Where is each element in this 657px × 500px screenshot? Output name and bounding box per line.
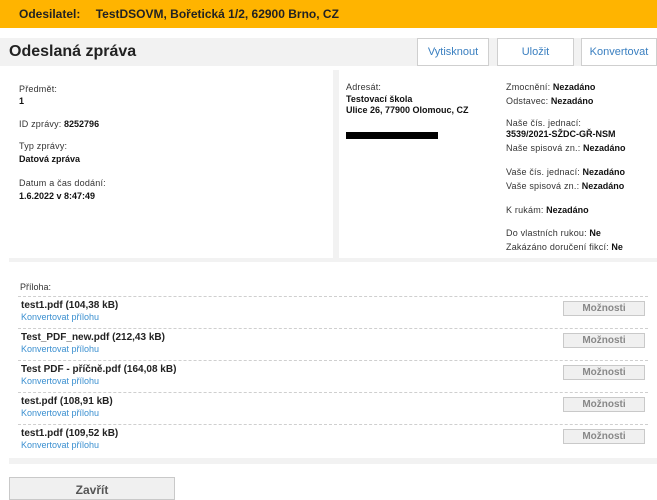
fiction-label: Zakázáno doručení fikcí:	[506, 242, 609, 252]
attachment-options-button[interactable]: Možnosti	[563, 301, 645, 316]
our-ref-value: 3539/2021-SŽDC-GŘ-NSM	[506, 129, 616, 139]
paragraph-row: Odstavec: Nezadáno	[506, 96, 593, 106]
attachment-row: Test_PDF_new.pdf (212,43 kB) Konvertovat…	[18, 328, 648, 358]
your-ref-label: Vaše čís. jednací:	[506, 167, 580, 177]
attachment-options-button[interactable]: Možnosti	[563, 397, 645, 412]
recipient-name: Testovací škola	[346, 94, 413, 104]
close-button[interactable]: Zavřít	[9, 477, 175, 500]
our-file-row: Naše spisová zn.: Nezadáno	[506, 143, 625, 153]
sender-bar: Odesilatel: TestDSOVM, Bořetická 1/2, 62…	[0, 0, 657, 28]
attachment-name: test1.pdf (109,52 kB)	[21, 428, 119, 439]
paragraph-value: Nezadáno	[550, 96, 594, 106]
own-hands-value: Ne	[589, 228, 601, 238]
fiction-row: Zakázáno doručení fikcí: Ne	[506, 242, 623, 252]
attachment-name: test.pdf (108,91 kB)	[21, 396, 113, 407]
attachment-options-button[interactable]: Možnosti	[563, 365, 645, 380]
your-ref-row: Vaše čís. jednací: Nezadáno	[506, 167, 625, 177]
sender-value: TestDSOVM, Bořetická 1/2, 62900 Brno, CZ	[95, 7, 339, 21]
meta-column: Zmocnění: Nezadáno Odstavec: Nezadáno Na…	[499, 70, 657, 258]
own-hands-label: Do vlastních rukou:	[506, 228, 587, 238]
convert-attachment-link[interactable]: Konvertovat přílohu	[21, 408, 99, 418]
our-file-value: Nezadáno	[582, 143, 626, 153]
attachment-name: Test_PDF_new.pdf (212,43 kB)	[21, 332, 165, 343]
own-hands-row: Do vlastních rukou: Ne	[506, 228, 601, 238]
subject-label: Předmět:	[19, 84, 58, 94]
authorization-label: Zmocnění:	[506, 82, 551, 92]
fiction-value: Ne	[611, 242, 623, 252]
message-type-label: Typ zprávy:	[19, 141, 68, 151]
attachment-row: test.pdf (108,91 kB) Konvertovat přílohu…	[18, 392, 648, 422]
authorization-value: Nezadáno	[552, 82, 596, 92]
paragraph-label: Odstavec:	[506, 96, 549, 106]
attachment-row: test1.pdf (104,38 kB) Konvertovat příloh…	[18, 296, 648, 326]
attachment-name: Test PDF - příčně.pdf (164,08 kB)	[21, 364, 177, 375]
message-id-value: 8252796	[64, 119, 100, 129]
convert-attachment-link[interactable]: Konvertovat přílohu	[21, 376, 99, 386]
attachment-options-button[interactable]: Možnosti	[563, 429, 645, 444]
message-id: ID zprávy: 8252796	[19, 119, 99, 129]
attachment-row: Test PDF - příčně.pdf (164,08 kB) Konver…	[18, 360, 648, 390]
attachments-title: Příloha:	[20, 282, 52, 292]
subject-value: 1	[19, 96, 25, 106]
message-id-label: ID zprávy:	[19, 119, 62, 129]
our-file-label: Naše spisová zn.:	[506, 143, 581, 153]
save-button[interactable]: Uložit	[497, 38, 574, 66]
convert-attachment-link[interactable]: Konvertovat přílohu	[21, 440, 99, 450]
print-button[interactable]: Vytisknout	[417, 38, 489, 66]
your-file-row: Vaše spisová zn.: Nezadáno	[506, 181, 624, 191]
convert-attachment-link[interactable]: Konvertovat přílohu	[21, 344, 99, 354]
page-title: Odeslaná zpráva	[9, 43, 137, 60]
your-file-value: Nezadáno	[581, 181, 625, 191]
convert-button[interactable]: Konvertovat	[581, 38, 657, 66]
attachments-panel: Příloha: test1.pdf (104,38 kB) Konvertov…	[9, 270, 657, 464]
convert-attachment-link[interactable]: Konvertovat přílohu	[21, 312, 99, 322]
message-type-value: Datová zpráva	[19, 154, 81, 164]
your-file-label: Vaše spisová zn.:	[506, 181, 580, 191]
delivery-label: Datum a čas dodání:	[19, 178, 106, 188]
sender-label: Odesilatel:	[19, 7, 81, 21]
recipient-address: Ulice 26, 77900 Olomouc, CZ	[346, 105, 469, 115]
message-details: Předmět: 1 ID zprávy: 8252796 Typ zprávy…	[9, 70, 657, 262]
recipient-column: Adresát: Testovací škola Ulice 26, 77900…	[339, 70, 499, 258]
redacted-bar	[346, 132, 438, 139]
your-ref-value: Nezadáno	[582, 167, 626, 177]
to-hands-value: Nezadáno	[546, 205, 589, 215]
attachment-options-button[interactable]: Možnosti	[563, 333, 645, 348]
attachments-list: Příloha: test1.pdf (104,38 kB) Konvertov…	[9, 270, 657, 458]
recipient-label: Adresát:	[346, 82, 382, 92]
message-header: Odeslaná zpráva Vytisknout Uložit Konver…	[0, 38, 657, 66]
our-ref-label: Naše čís. jednací:	[506, 118, 582, 128]
attachment-row: test1.pdf (109,52 kB) Konvertovat příloh…	[18, 424, 648, 454]
attachment-name: test1.pdf (104,38 kB)	[21, 300, 119, 311]
authorization-row: Zmocnění: Nezadáno	[506, 82, 595, 92]
delivery-value: 1.6.2022 v 8:47:49	[19, 191, 96, 201]
message-info-column: Předmět: 1 ID zprávy: 8252796 Typ zprávy…	[9, 70, 333, 258]
to-hands-row: K rukám: Nezadáno	[506, 205, 589, 215]
to-hands-label: K rukám:	[506, 205, 544, 215]
